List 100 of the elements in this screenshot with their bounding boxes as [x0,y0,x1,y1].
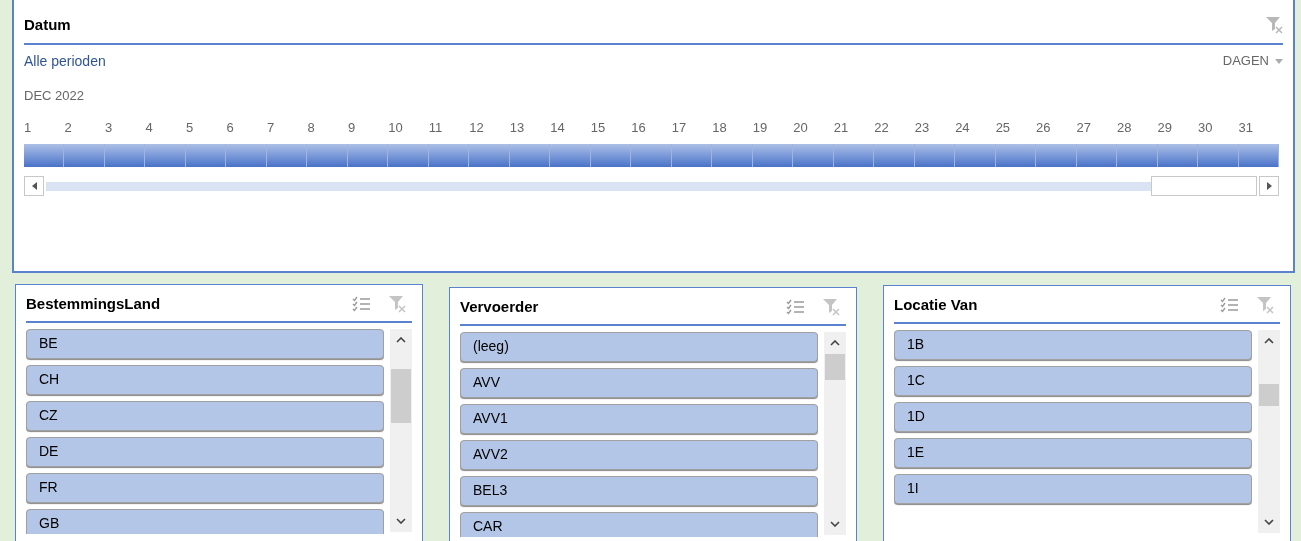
day-label: 26 [1036,120,1051,135]
multi-select-icon[interactable] [786,299,804,316]
day-label: 31 [1238,120,1253,135]
slicer-title: Locatie Van [894,295,978,315]
day-segment[interactable] [995,144,1037,167]
day-segment[interactable] [712,144,753,167]
day-label: 25 [995,120,1011,135]
scroll-down-icon[interactable] [396,517,406,524]
slicer-item[interactable]: GB [26,508,384,534]
timeline-title: Datum [24,15,71,35]
day-segment[interactable] [469,144,510,167]
day-segment[interactable] [266,144,308,167]
slicer-item[interactable]: FR [26,472,384,503]
day-segment[interactable] [388,144,429,167]
day-segment[interactable] [671,144,713,167]
day-segment[interactable] [874,144,915,167]
day-segment[interactable] [1198,144,1239,167]
slicer-item[interactable]: 1D [894,401,1252,432]
day-segment[interactable] [1157,144,1199,167]
day-label: 6 [226,120,234,135]
day-segment[interactable] [347,144,389,167]
slicer-item[interactable]: AVV1 [460,403,818,434]
slicer-item[interactable]: BEL3 [460,475,818,506]
left-arrow-icon [31,182,37,190]
day-label: 24 [955,120,970,135]
scroll-up-icon[interactable] [1264,337,1274,344]
scroll-up-icon[interactable] [830,339,840,346]
day-label: 29 [1157,120,1173,135]
day-label: 1 [24,120,32,135]
day-segment[interactable] [185,144,227,167]
slicer-item[interactable]: CH [26,364,384,395]
day-label: 28 [1117,120,1132,135]
scroll-down-icon[interactable] [830,520,840,527]
slicer-item[interactable]: DE [26,436,384,467]
clear-filter-icon[interactable] [1265,16,1283,35]
day-segment[interactable] [226,144,267,167]
slicer-item[interactable]: 1E [894,437,1252,468]
clear-filter-icon[interactable] [822,298,840,317]
day-label: 7 [266,120,275,135]
day-segment[interactable] [590,144,632,167]
day-label: 9 [347,120,356,135]
day-label: 21 [833,120,849,135]
period-label: DEC 2022 [24,86,85,105]
day-label: 13 [509,120,525,135]
scroll-down-icon[interactable] [1264,518,1274,525]
day-segment[interactable] [955,144,996,167]
day-segment[interactable] [752,144,794,167]
day-label: 5 [185,120,194,135]
day-segment[interactable] [1036,144,1077,167]
scroll-left-button[interactable] [24,176,44,196]
clear-filter-icon[interactable] [1256,296,1274,315]
all-periods-link[interactable]: Alle perioden [24,50,106,72]
scrollbar-thumb[interactable] [391,368,411,423]
scrollbar-thumb[interactable] [1259,383,1279,406]
day-segment[interactable] [64,144,105,167]
time-level-dropdown[interactable]: DAGEN [1222,51,1283,71]
day-label: 17 [671,120,687,135]
slicer-item[interactable]: AVV [460,367,818,398]
clear-filter-icon[interactable] [388,295,406,314]
day-label: 2 [64,120,72,135]
day-label: 8 [307,120,315,135]
day-label: 4 [145,120,153,135]
day-label: 20 [793,120,808,135]
day-segment[interactable] [1117,144,1158,167]
slicer-item[interactable]: CZ [26,400,384,431]
day-label: 15 [590,120,606,135]
slicer-item[interactable]: (leeg) [460,331,818,362]
day-segment[interactable] [793,144,834,167]
day-segment[interactable] [631,144,672,167]
day-label: 22 [874,120,889,135]
day-segment[interactable] [428,144,470,167]
day-segment[interactable] [145,144,186,167]
day-segment[interactable] [1076,144,1118,167]
slicer-item[interactable]: 1I [894,473,1252,504]
slicer-item[interactable]: AVV2 [460,439,818,470]
day-label: 10 [388,120,403,135]
multi-select-icon[interactable] [1220,297,1238,314]
scroll-up-icon[interactable] [396,336,406,343]
day-segment[interactable] [550,144,591,167]
day-label: 11 [428,120,443,135]
scroll-right-button[interactable] [1259,176,1279,196]
day-segment[interactable] [833,144,875,167]
day-segment[interactable] [24,144,65,167]
day-segment[interactable] [1238,144,1279,167]
slicer-item[interactable]: 1B [894,329,1252,360]
scrollbar-thumb[interactable] [825,353,845,380]
day-label: 16 [631,120,646,135]
day-segment[interactable] [104,144,146,167]
slicer-item[interactable]: 1C [894,365,1252,396]
day-segment[interactable] [914,144,956,167]
scrollbar-thumb[interactable] [1151,176,1257,196]
day-label: 27 [1076,120,1092,135]
slicer-item[interactable]: BE [26,328,384,359]
multi-select-icon[interactable] [352,296,370,313]
day-segment[interactable] [307,144,348,167]
slicer-title: BestemmingsLand [26,294,161,314]
day-label: 18 [712,120,727,135]
day-segment[interactable] [509,144,551,167]
day-label: 30 [1198,120,1213,135]
slicer-item[interactable]: CAR [460,511,818,537]
